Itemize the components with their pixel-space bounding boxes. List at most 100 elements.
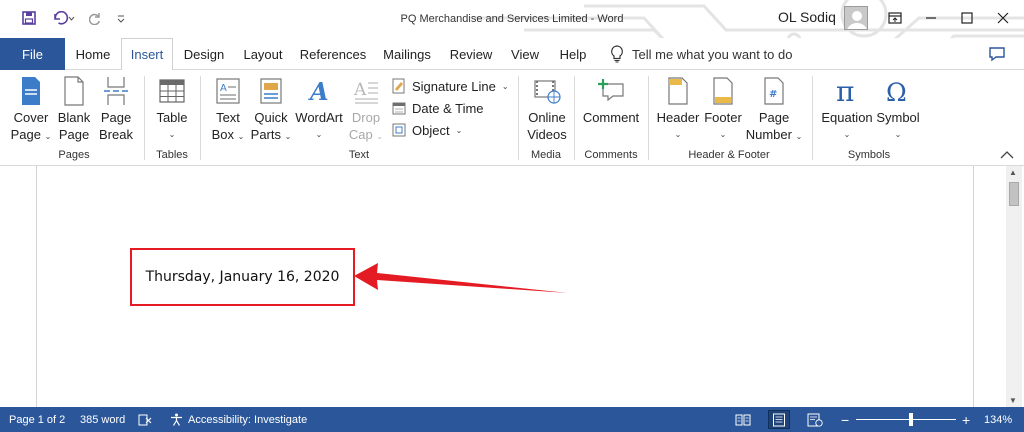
minimize-button[interactable] — [914, 4, 948, 32]
tab-mailings[interactable]: Mailings — [376, 38, 438, 70]
tab-references[interactable]: References — [296, 38, 370, 70]
page-break-icon — [101, 76, 131, 106]
tab-review[interactable]: Review — [444, 38, 498, 70]
tab-file[interactable]: File — [0, 38, 65, 70]
group-divider — [518, 76, 519, 160]
minimize-icon — [926, 17, 936, 19]
blank-page-label-1: Blank — [57, 110, 91, 125]
text-box-button[interactable]: A Text Box ⌄ — [208, 76, 248, 145]
group-divider — [200, 76, 201, 160]
tab-layout[interactable]: Layout — [236, 38, 290, 70]
footer-button[interactable]: Footer ⌄ — [702, 76, 744, 143]
page-right-margin-line — [973, 166, 974, 407]
quick-parts-button[interactable]: Quick Parts ⌄ — [250, 76, 292, 145]
page-number-label-1: Page — [758, 110, 790, 125]
tab-view[interactable]: View — [504, 38, 546, 70]
svg-text:A: A — [308, 77, 329, 105]
footer-label: Footer — [704, 110, 742, 125]
close-button[interactable] — [986, 4, 1020, 32]
undo-button[interactable] — [48, 8, 78, 28]
redo-icon — [89, 13, 101, 25]
page-number-button[interactable]: # Page Number ⌄ — [744, 76, 804, 145]
scroll-up-arrow-icon[interactable]: ▲ — [1009, 168, 1017, 177]
cover-page-button[interactable]: Cover Page ⌄ — [10, 76, 52, 145]
page-break-label-1: Page — [100, 110, 132, 125]
vertical-scrollbar[interactable]: ▲ ▼ — [1006, 166, 1022, 407]
symbol-button[interactable]: Ω Symbol ⌄ — [876, 76, 920, 143]
inserted-date-text[interactable]: Thursday, January 16, 2020 — [146, 269, 340, 285]
comments-pane-icon[interactable] — [988, 45, 1006, 63]
signature-line-button[interactable]: Signature Line ⌄ — [392, 76, 509, 96]
collapse-ribbon-chevron-up-icon[interactable] — [998, 148, 1016, 162]
document-canvas[interactable]: Thursday, January 16, 2020 ▲ ▼ — [0, 166, 1024, 407]
date-time-button[interactable]: Date & Time — [392, 98, 484, 118]
blank-page-icon — [59, 76, 89, 106]
word-count-text: 385 word — [80, 413, 126, 426]
user-name[interactable]: OL Sodiq — [778, 9, 836, 25]
page-count-text: Page 1 of 2 — [9, 413, 66, 426]
redo-button[interactable] — [86, 8, 106, 28]
page-count-indicator[interactable]: Page 1 of 2 — [9, 407, 65, 432]
cover-page-icon — [16, 76, 46, 106]
zoom-out-button[interactable]: − — [841, 407, 849, 432]
calendar-icon — [392, 102, 406, 115]
read-mode-button[interactable] — [732, 410, 754, 429]
accessibility-checker[interactable]: Accessibility: Investigate — [170, 407, 307, 432]
group-label-comments: Comments — [584, 149, 638, 161]
print-layout-button[interactable] — [768, 410, 790, 429]
zoom-slider-track[interactable] — [856, 419, 956, 420]
svg-text:π: π — [836, 77, 854, 105]
page-break-button[interactable]: Page Break — [98, 76, 134, 143]
blank-page-button[interactable]: Blank Page — [56, 76, 92, 143]
scroll-down-arrow-icon[interactable]: ▼ — [1009, 396, 1017, 405]
signature-line-icon — [392, 78, 405, 94]
customize-qat-icon — [117, 15, 125, 23]
equation-button[interactable]: π Equation ⌄ — [818, 76, 876, 143]
red-annotation-arrow — [354, 263, 568, 293]
new-comment-button[interactable]: Comment — [580, 76, 642, 126]
accessibility-text: Accessibility: Investigate — [188, 413, 308, 426]
group-divider — [574, 76, 575, 160]
drop-cap-button[interactable]: A Drop Cap ⌄ — [348, 76, 384, 145]
new-comment-icon — [596, 76, 626, 106]
online-videos-label-2: Videos — [527, 127, 567, 142]
group-label-media: Media — [531, 149, 561, 161]
ribbon-display-options-button[interactable] — [878, 4, 912, 32]
zoom-level[interactable]: 134% — [984, 407, 1012, 432]
word-count-indicator[interactable]: 385 word — [80, 407, 125, 432]
group-divider — [648, 76, 649, 160]
table-button[interactable]: Table ⌄ — [152, 76, 192, 143]
drop-cap-label-1: Drop — [351, 110, 381, 125]
tell-me-search[interactable]: Tell me what you want to do — [610, 38, 792, 70]
maximize-icon — [961, 12, 973, 24]
tab-design[interactable]: Design — [178, 38, 230, 70]
group-label-tables: Tables — [156, 149, 188, 161]
tab-insert[interactable]: Insert — [121, 38, 173, 71]
zoom-slider-thumb[interactable] — [909, 413, 913, 426]
wordart-button[interactable]: A WordArt ⌄ — [294, 76, 344, 143]
quick-parts-label-1: Quick — [254, 110, 288, 125]
scrollbar-thumb[interactable] — [1009, 182, 1019, 206]
avatar[interactable] — [844, 6, 868, 30]
print-layout-icon — [773, 413, 785, 426]
customize-qat-button[interactable] — [114, 8, 128, 28]
object-button[interactable]: Object ⌄ — [392, 120, 462, 140]
proofing-indicator[interactable] — [138, 407, 152, 432]
read-mode-icon — [735, 414, 751, 425]
accessibility-icon — [171, 413, 182, 426]
ribbon-display-icon — [888, 12, 902, 24]
blank-page-label-2: Page — [58, 127, 90, 142]
web-layout-button[interactable] — [804, 410, 826, 429]
maximize-button[interactable] — [950, 4, 984, 32]
group-label-pages: Pages — [58, 149, 90, 161]
quick-parts-icon — [256, 76, 286, 106]
tab-help[interactable]: Help — [552, 38, 594, 70]
header-button[interactable]: Header ⌄ — [654, 76, 702, 143]
signature-line-label: Signature Line — [412, 78, 496, 94]
page-left-margin-line — [36, 166, 37, 407]
tab-home[interactable]: Home — [68, 38, 118, 70]
save-button[interactable] — [18, 8, 40, 28]
online-videos-button[interactable]: Online Videos — [524, 76, 570, 143]
zoom-in-button[interactable]: + — [962, 407, 970, 432]
quick-parts-label-2: Parts — [250, 127, 281, 142]
